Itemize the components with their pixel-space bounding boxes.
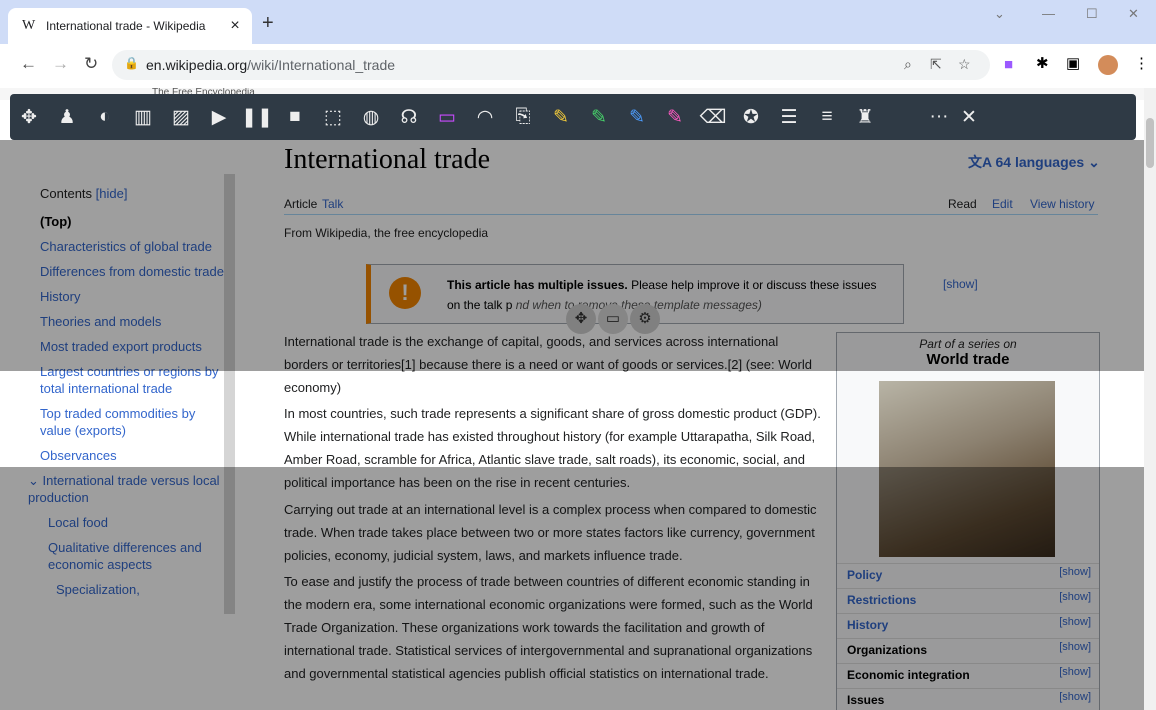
highlight-blue-icon[interactable]: ✎	[618, 106, 656, 129]
back-arrow-icon[interactable]: ←	[20, 54, 37, 74]
highlight-yellow-icon[interactable]: ✎	[542, 106, 580, 129]
settings-gear-icon[interactable]: ✪	[732, 106, 770, 129]
minimize-button[interactable]: —	[1042, 6, 1055, 21]
audio-maker-icon[interactable]: ◍	[352, 106, 390, 129]
screen-mask-bottom	[0, 467, 1144, 710]
lock-icon: 🔒	[124, 56, 139, 70]
more-button[interactable]: ···	[924, 106, 954, 128]
drag-move-icon[interactable]: ✥	[10, 106, 48, 129]
new-tab-button[interactable]: +	[262, 12, 274, 35]
dictionary-book-icon[interactable]: ▥	[124, 106, 162, 129]
menu-dots-icon[interactable]: ⋮	[1134, 54, 1149, 72]
toolbar-close-button[interactable]: ✕	[954, 106, 984, 129]
simplify-page-icon[interactable]: ♜	[846, 106, 884, 129]
web-page: The Free Encyclopedia ✥ ♟ ◐ ▥ ▨ ▶ ❚❚ ■ ⬚…	[0, 88, 1144, 710]
prediction-icon[interactable]: ♟	[48, 106, 86, 129]
forward-arrow-icon[interactable]: →	[52, 54, 69, 74]
speech-maker-icon[interactable]: ☊	[390, 106, 428, 129]
highlight-pink-icon[interactable]: ✎	[656, 106, 694, 129]
vocabulary-list-icon[interactable]: ≡	[808, 106, 846, 128]
reload-icon[interactable]: ↻	[84, 54, 98, 74]
extensions-puzzle-icon[interactable]: ✱	[1036, 54, 1049, 72]
translator-icon[interactable]: ⎘	[504, 106, 542, 128]
stop-icon[interactable]: ■	[276, 106, 314, 128]
profile-avatar[interactable]	[1098, 55, 1118, 75]
side-panel-icon[interactable]: ▣	[1066, 54, 1080, 72]
talk-and-type-icon[interactable]: ◐	[86, 106, 124, 128]
scrollbar-thumb[interactable]	[1146, 118, 1154, 168]
navigation-bar: ← → ↻ 🔒 en.wikipedia.org/wiki/Internatio…	[0, 44, 1156, 88]
url-text: en.wikipedia.org/wiki/International_trad…	[146, 57, 396, 73]
toc-item[interactable]: Top traded commodities by value (exports…	[40, 405, 225, 439]
highlight-green-icon[interactable]: ✎	[580, 106, 618, 129]
readwrite-toolbar: ✥ ♟ ◐ ▥ ▨ ▶ ❚❚ ■ ⬚ ◍ ☊ ▭ ◠ ⎘ ✎ ✎ ✎ ✎ ⌫ ✪…	[10, 94, 1136, 140]
collect-highlights-icon[interactable]: ☰	[770, 106, 808, 129]
share-icon[interactable]: ⇱	[930, 56, 942, 73]
screenshot-reader-icon[interactable]: ⬚	[314, 106, 352, 129]
close-window-button[interactable]: ✕	[1128, 6, 1139, 22]
address-bar[interactable]: 🔒 en.wikipedia.org/wiki/International_tr…	[112, 50, 990, 80]
pause-icon[interactable]: ❚❚	[238, 106, 276, 129]
screen-mask-top	[0, 140, 1144, 371]
zoom-icon[interactable]: ⌕	[904, 56, 912, 73]
bookmark-star-icon[interactable]: ☆	[958, 56, 971, 73]
tab-title: International trade - Wikipedia	[46, 19, 206, 33]
picture-dictionary-icon[interactable]: ▨	[162, 106, 200, 129]
page-scrollbar[interactable]	[1144, 88, 1156, 710]
wikipedia-favicon-icon: W	[22, 18, 36, 33]
clear-highlights-icon[interactable]: ⌫	[694, 106, 732, 129]
chevron-down-icon[interactable]: ⌄	[994, 6, 1005, 22]
browser-tab[interactable]: W International trade - Wikipedia ×	[8, 8, 252, 44]
tab-strip: W International trade - Wikipedia × + ⌄ …	[0, 0, 1156, 44]
screen-mask-icon[interactable]: ▭	[428, 106, 466, 129]
toc-item[interactable]: Observances	[40, 447, 225, 464]
voice-note-icon[interactable]: ◠	[466, 106, 504, 129]
close-tab-icon[interactable]: ×	[224, 17, 246, 35]
readwrite-extension-icon[interactable]: ■	[1004, 56, 1013, 73]
maximize-button[interactable]: ☐	[1086, 6, 1098, 22]
play-icon[interactable]: ▶	[200, 106, 238, 129]
